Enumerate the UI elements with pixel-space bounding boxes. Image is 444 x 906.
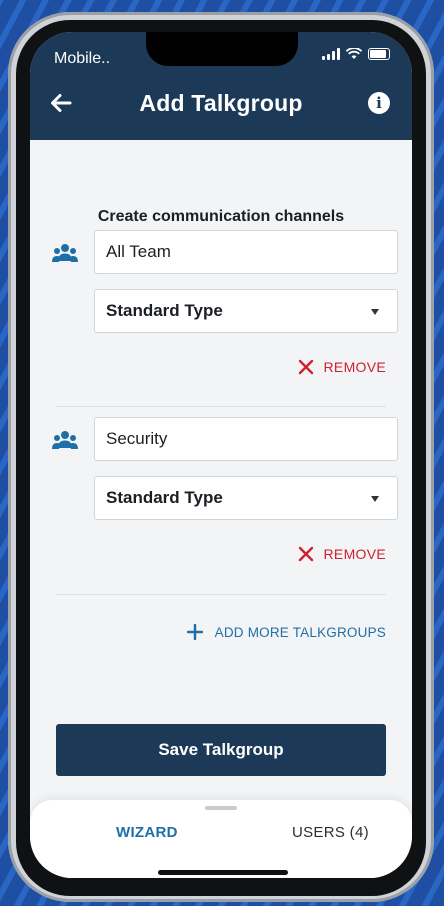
tab-wizard[interactable]: WIZARD bbox=[116, 824, 178, 841]
caret-down-icon bbox=[371, 309, 379, 315]
drag-handle[interactable] bbox=[205, 806, 237, 810]
talkgroup-type-value: Standard Type bbox=[106, 488, 223, 507]
bottom-tab-bar: WIZARD USERS (4) bbox=[30, 800, 412, 878]
talkgroup-name-input[interactable]: All Team bbox=[94, 230, 398, 274]
status-icons bbox=[322, 48, 390, 60]
plus-icon bbox=[186, 624, 203, 640]
home-indicator bbox=[158, 870, 288, 875]
camera-notch bbox=[146, 32, 298, 66]
carrier-label: Mobile.. bbox=[54, 50, 111, 67]
app-header: Mobile.. Add Talkgroup i bbox=[30, 32, 412, 140]
add-more-label: ADD MORE TALKGROUPS bbox=[214, 624, 386, 640]
section-subtitle: Create communication channels bbox=[97, 208, 345, 225]
close-icon bbox=[298, 546, 313, 562]
divider bbox=[56, 594, 386, 595]
talkgroup-name-input[interactable]: Security bbox=[94, 417, 398, 461]
talkgroup-type-value: Standard Type bbox=[106, 301, 223, 320]
remove-talkgroup-button[interactable]: REMOVE bbox=[298, 359, 386, 375]
close-icon bbox=[298, 359, 313, 375]
add-more-talkgroups-button[interactable]: ADD MORE TALKGROUPS bbox=[186, 624, 386, 640]
tab-users[interactable]: USERS (4) bbox=[292, 824, 369, 841]
caret-down-icon bbox=[371, 496, 379, 502]
divider bbox=[56, 406, 386, 407]
talkgroup-type-select[interactable]: Standard Type bbox=[94, 476, 398, 520]
info-icon[interactable]: i bbox=[368, 92, 390, 114]
users-group-icon bbox=[52, 431, 78, 449]
save-talkgroup-button[interactable]: Save Talkgroup bbox=[56, 724, 386, 776]
users-group-icon bbox=[52, 244, 78, 262]
remove-talkgroup-button[interactable]: REMOVE bbox=[298, 546, 386, 562]
wifi-icon bbox=[346, 48, 362, 59]
app-screen: Mobile.. Add Talkgroup i Create communic… bbox=[30, 32, 412, 878]
remove-label: REMOVE bbox=[323, 359, 386, 375]
talkgroup-type-select[interactable]: Standard Type bbox=[94, 289, 398, 333]
page-title: Add Talkgroup bbox=[139, 90, 303, 116]
remove-label: REMOVE bbox=[323, 546, 386, 562]
signal-icon bbox=[322, 48, 340, 60]
battery-icon bbox=[368, 48, 390, 60]
